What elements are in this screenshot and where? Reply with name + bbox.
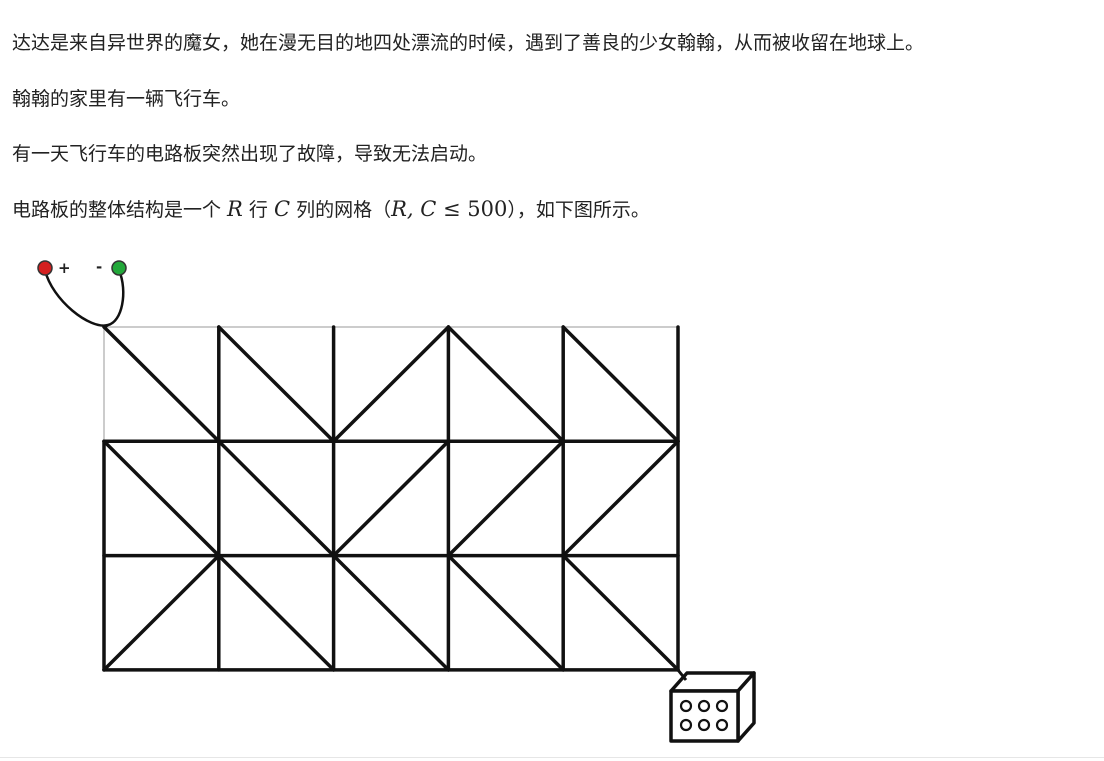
story-paragraph-1: 达达是来自异世界的魔女，她在漫无目的地四处漂流的时候，遇到了善良的少女翰翰，从而… xyxy=(12,32,925,54)
story-paragraph-3: 有一天飞行车的电路板突然出现了故障，导致无法启动。 xyxy=(12,143,488,165)
positive-terminal-icon xyxy=(37,260,53,276)
negative-terminal-icon xyxy=(111,260,127,276)
diagonal-wire xyxy=(331,325,451,444)
math-condition-bound: ≤ 500 xyxy=(436,197,508,221)
math-condition-vars: R, C xyxy=(391,197,437,221)
desc-text-post: ），如下图所示。 xyxy=(507,199,650,221)
diagonal-wire xyxy=(561,325,680,444)
diagonal-wire xyxy=(446,553,565,672)
diagonal-wire xyxy=(102,439,221,558)
story-paragraph-2: 翰翰的家里有一辆飞行车。 xyxy=(12,88,241,110)
power-wire xyxy=(43,269,125,327)
math-var-r: R xyxy=(227,197,243,221)
diagonal-wire xyxy=(446,439,565,558)
grid-diagonals xyxy=(102,325,680,672)
diagonal-wire xyxy=(561,439,680,558)
circuit-board-figure: + - xyxy=(37,258,756,743)
diagonal-wire xyxy=(217,553,336,672)
plus-label: + xyxy=(58,259,71,277)
desc-text-rows: 行 xyxy=(242,199,274,221)
desc-text-pre: 电路板的整体结构是一个 xyxy=(12,199,228,221)
diagonal-wire xyxy=(446,325,565,444)
diagonal-wire xyxy=(102,325,221,444)
grid-description-paragraph: 电路板的整体结构是一个 R 行 C 列的网格（R, C ≤ 500），如下图所示… xyxy=(12,197,650,222)
diagonal-wire xyxy=(331,553,451,672)
diagonal-wire xyxy=(217,325,336,444)
engine-box-icon xyxy=(669,671,756,743)
desc-text-cols: 列的网格（ xyxy=(290,199,392,221)
bottom-divider xyxy=(0,757,1104,758)
diagonal-wire xyxy=(102,553,221,672)
diagonal-wire xyxy=(331,439,451,558)
math-var-c: C xyxy=(273,197,291,221)
diagonal-wire xyxy=(561,553,680,672)
diagonal-wire xyxy=(217,439,336,558)
minus-label: - xyxy=(96,258,102,276)
